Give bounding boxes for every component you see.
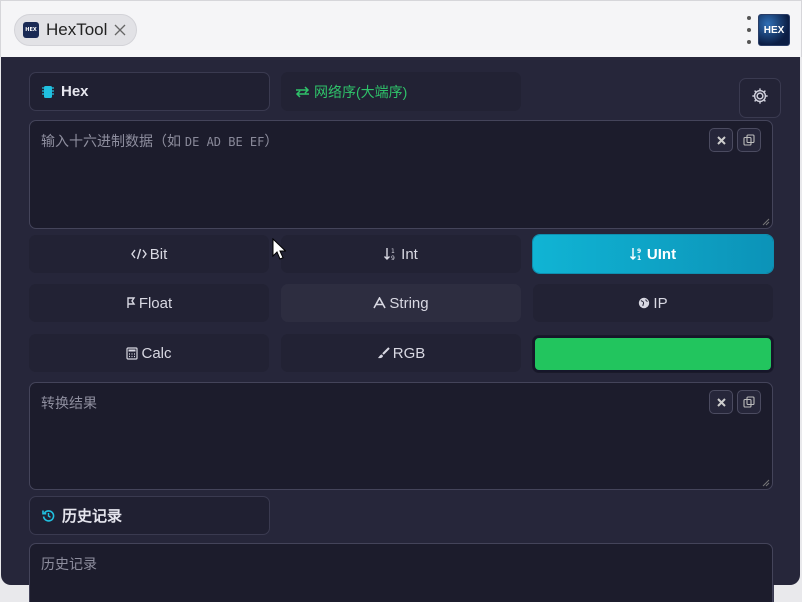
float-icon <box>126 297 136 309</box>
endian-toggle-button[interactable]: 网络序(大端序) <box>281 72 521 111</box>
history-placeholder: 历史记录 <box>41 556 97 572</box>
more-menu-icon[interactable] <box>745 16 753 44</box>
svg-text:1: 1 <box>391 248 395 255</box>
gear-icon <box>751 87 769 110</box>
result-placeholder: 转换结果 <box>41 395 97 411</box>
copy-icon <box>743 134 755 146</box>
brush-icon <box>377 347 390 359</box>
close-icon[interactable] <box>113 23 127 37</box>
history-section-label: 历史记录 <box>29 496 270 535</box>
sort-numeric-up-icon: 91 <box>629 247 644 261</box>
resize-handle-icon[interactable] <box>762 479 770 487</box>
calculator-icon <box>126 346 139 360</box>
rgb-color-preview <box>533 336 773 372</box>
type-float-button[interactable]: Float <box>29 284 269 322</box>
svg-text:9: 9 <box>391 255 395 261</box>
type-rgb-button[interactable]: RGB <box>281 334 521 372</box>
swap-arrows-icon <box>295 85 310 98</box>
copy-icon <box>743 396 755 408</box>
settings-button[interactable] <box>739 78 781 118</box>
sort-numeric-icon: 19 <box>384 247 398 261</box>
mouse-cursor-icon <box>272 238 286 260</box>
clear-result-button[interactable] <box>709 390 733 414</box>
type-uint-button[interactable]: 91 UInt <box>533 235 773 273</box>
hex-section-label: Hex <box>29 72 270 111</box>
app-logo: HEX <box>758 14 790 46</box>
resize-handle-icon[interactable] <box>762 218 770 226</box>
type-int-button[interactable]: 19 Int <box>281 235 521 273</box>
close-icon <box>716 135 726 145</box>
hex-label-text: Hex <box>61 83 89 100</box>
hex-input[interactable]: 输入十六进制数据（如 DE AD BE EF） <box>29 120 773 229</box>
history-label-text: 历史记录 <box>62 508 123 525</box>
title-bar: HEX HexTool HEX <box>0 0 802 57</box>
history-box[interactable]: 历史记录 <box>29 543 773 602</box>
copy-result-button[interactable] <box>737 390 761 414</box>
clear-input-button[interactable] <box>709 128 733 152</box>
chip-icon <box>42 84 54 100</box>
hex-input-placeholder: 输入十六进制数据（如 DE AD BE EF） <box>41 133 279 149</box>
type-string-button[interactable]: String <box>281 284 521 322</box>
type-calc-button[interactable]: Calc <box>29 334 269 372</box>
app-tab[interactable]: HEX HexTool <box>14 14 137 46</box>
endian-label: 网络序(大端序) <box>314 83 408 100</box>
svg-text:9: 9 <box>637 248 641 255</box>
svg-text:1: 1 <box>637 255 641 261</box>
copy-input-button[interactable] <box>737 128 761 152</box>
history-icon <box>42 509 55 522</box>
code-icon <box>130 248 147 260</box>
globe-icon <box>638 297 650 309</box>
type-ip-button[interactable]: IP <box>533 284 773 322</box>
result-output[interactable]: 转换结果 <box>29 382 773 490</box>
font-icon <box>373 297 387 309</box>
close-icon <box>716 397 726 407</box>
tab-title: HexTool <box>46 20 108 39</box>
tab-favicon-icon: HEX <box>23 22 39 38</box>
type-bit-button[interactable]: Bit <box>29 235 269 273</box>
